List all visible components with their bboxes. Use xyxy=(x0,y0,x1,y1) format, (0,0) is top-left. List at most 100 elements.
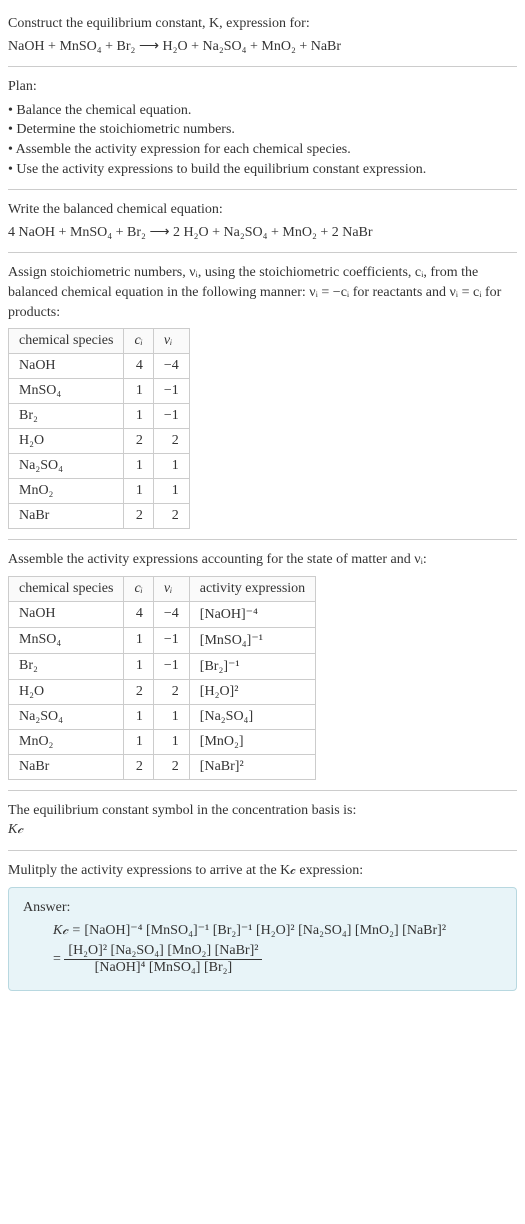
cell-vi: 1 xyxy=(153,729,189,754)
equals-sign: = xyxy=(53,952,64,967)
activity-text: Assemble the activity expressions accoun… xyxy=(8,550,517,570)
cell-vi: 2 xyxy=(153,429,189,454)
cell-ci: 1 xyxy=(124,704,153,729)
table-row: MnO₂11 xyxy=(9,479,190,504)
cell-vi: −1 xyxy=(153,379,189,404)
col-vi: νᵢ xyxy=(153,576,189,601)
divider xyxy=(8,189,517,190)
table-row: H₂O22 xyxy=(9,429,190,454)
balanced-title: Write the balanced chemical equation: xyxy=(8,200,517,220)
table-header-row: chemical species cᵢ νᵢ xyxy=(9,329,190,354)
intro-section: Construct the equilibrium constant, K, e… xyxy=(8,8,517,62)
kc-symbol: K𝒸 xyxy=(8,820,517,840)
stoich-text: Assign stoichiometric numbers, νᵢ, using… xyxy=(8,263,517,322)
cell-species: NaOH xyxy=(9,601,124,627)
cell-ci: 2 xyxy=(124,429,153,454)
cell-vi: −1 xyxy=(153,404,189,429)
cell-activity: [NaOH]⁻⁴ xyxy=(189,601,315,627)
cell-species: MnO₂ xyxy=(9,729,124,754)
cell-species: Na₂SO₄ xyxy=(9,454,124,479)
cell-activity: [NaBr]² xyxy=(189,754,315,779)
symbol-text: The equilibrium constant symbol in the c… xyxy=(8,801,517,821)
cell-vi: 1 xyxy=(153,479,189,504)
cell-ci: 4 xyxy=(124,354,153,379)
cell-ci: 1 xyxy=(124,627,153,653)
intro-prompt: Construct the equilibrium constant, K, e… xyxy=(8,14,517,34)
divider xyxy=(8,66,517,67)
table-row: Na₂SO₄11[Na₂SO₄] xyxy=(9,704,316,729)
stoich-table: chemical species cᵢ νᵢ NaOH4−4 MnSO₄1−1 … xyxy=(8,328,190,529)
cell-ci: 1 xyxy=(124,404,153,429)
cell-species: NaBr xyxy=(9,504,124,529)
plan-item: • Balance the chemical equation. xyxy=(8,101,517,121)
balanced-equation: 4 NaOH + MnSO₄ + Br₂ ⟶ 2 H₂O + Na₂SO₄ + … xyxy=(8,223,517,243)
cell-ci: 1 xyxy=(124,479,153,504)
cell-activity: [MnSO₄]⁻¹ xyxy=(189,627,315,653)
cell-species: H₂O xyxy=(9,679,124,704)
table-row: MnSO₄1−1 xyxy=(9,379,190,404)
cell-species: Br₂ xyxy=(9,404,124,429)
col-vi: νᵢ xyxy=(153,329,189,354)
fraction-numerator: [H₂O]² [Na₂SO₄] [MnO₂] [NaBr]² xyxy=(64,943,262,960)
cell-ci: 1 xyxy=(124,729,153,754)
cell-vi: −1 xyxy=(153,653,189,679)
fraction: [H₂O]² [Na₂SO₄] [MnO₂] [NaBr]² [NaOH]⁴ [… xyxy=(64,943,262,976)
cell-activity: [MnO₂] xyxy=(189,729,315,754)
plan-item: • Determine the stoichiometric numbers. xyxy=(8,120,517,140)
cell-species: MnSO₄ xyxy=(9,627,124,653)
plan-title: Plan: xyxy=(8,77,517,97)
col-species: chemical species xyxy=(9,576,124,601)
plan-section: Plan: • Balance the chemical equation. •… xyxy=(8,71,517,185)
kc-expression-line1: K𝒸 = [NaOH]⁻⁴ [MnSO₄]⁻¹ [Br₂]⁻¹ [H₂O]² [… xyxy=(23,922,502,939)
cell-ci: 2 xyxy=(124,504,153,529)
table-row: NaOH4−4 xyxy=(9,354,190,379)
table-header-row: chemical species cᵢ νᵢ activity expressi… xyxy=(9,576,316,601)
divider xyxy=(8,539,517,540)
plan-list: • Balance the chemical equation. • Deter… xyxy=(8,101,517,179)
cell-species: Na₂SO₄ xyxy=(9,704,124,729)
multiply-text: Mulitply the activity expressions to arr… xyxy=(8,861,517,881)
cell-activity: [H₂O]² xyxy=(189,679,315,704)
kc-expression-line2: = [H₂O]² [Na₂SO₄] [MnO₂] [NaBr]² [NaOH]⁴… xyxy=(23,943,502,976)
col-activity: activity expression xyxy=(189,576,315,601)
divider xyxy=(8,252,517,253)
cell-vi: 1 xyxy=(153,704,189,729)
col-ci: cᵢ xyxy=(124,576,153,601)
table-row: Na₂SO₄11 xyxy=(9,454,190,479)
col-species: chemical species xyxy=(9,329,124,354)
divider xyxy=(8,790,517,791)
answer-box: Answer: K𝒸 = [NaOH]⁻⁴ [MnSO₄]⁻¹ [Br₂]⁻¹ … xyxy=(8,887,517,992)
activity-table: chemical species cᵢ νᵢ activity expressi… xyxy=(8,576,316,780)
cell-vi: 2 xyxy=(153,679,189,704)
cell-species: H₂O xyxy=(9,429,124,454)
plan-item: • Use the activity expressions to build … xyxy=(8,160,517,180)
cell-vi: 1 xyxy=(153,454,189,479)
fraction-denominator: [NaOH]⁴ [MnSO₄] [Br₂] xyxy=(64,960,262,976)
cell-species: Br₂ xyxy=(9,653,124,679)
activity-section: Assemble the activity expressions accoun… xyxy=(8,544,517,786)
table-row: Br₂1−1[Br₂]⁻¹ xyxy=(9,653,316,679)
cell-activity: [Na₂SO₄] xyxy=(189,704,315,729)
kc-lhs: K𝒸 = xyxy=(53,923,84,938)
table-row: H₂O22[H₂O]² xyxy=(9,679,316,704)
divider xyxy=(8,850,517,851)
cell-species: NaOH xyxy=(9,354,124,379)
cell-vi: −1 xyxy=(153,627,189,653)
cell-vi: −4 xyxy=(153,601,189,627)
intro-prompt-text: Construct the equilibrium constant, K, e… xyxy=(8,16,310,31)
cell-ci: 1 xyxy=(124,454,153,479)
cell-vi: 2 xyxy=(153,504,189,529)
symbol-section: The equilibrium constant symbol in the c… xyxy=(8,795,517,846)
table-row: NaBr22 xyxy=(9,504,190,529)
cell-species: MnO₂ xyxy=(9,479,124,504)
unbalanced-equation: NaOH + MnSO₄ + Br₂ ⟶ H₂O + Na₂SO₄ + MnO₂… xyxy=(8,37,517,57)
cell-ci: 1 xyxy=(124,653,153,679)
cell-species: NaBr xyxy=(9,754,124,779)
cell-ci: 4 xyxy=(124,601,153,627)
table-row: MnO₂11[MnO₂] xyxy=(9,729,316,754)
cell-activity: [Br₂]⁻¹ xyxy=(189,653,315,679)
table-row: Br₂1−1 xyxy=(9,404,190,429)
cell-species: MnSO₄ xyxy=(9,379,124,404)
answer-label: Answer: xyxy=(23,898,502,918)
cell-vi: 2 xyxy=(153,754,189,779)
